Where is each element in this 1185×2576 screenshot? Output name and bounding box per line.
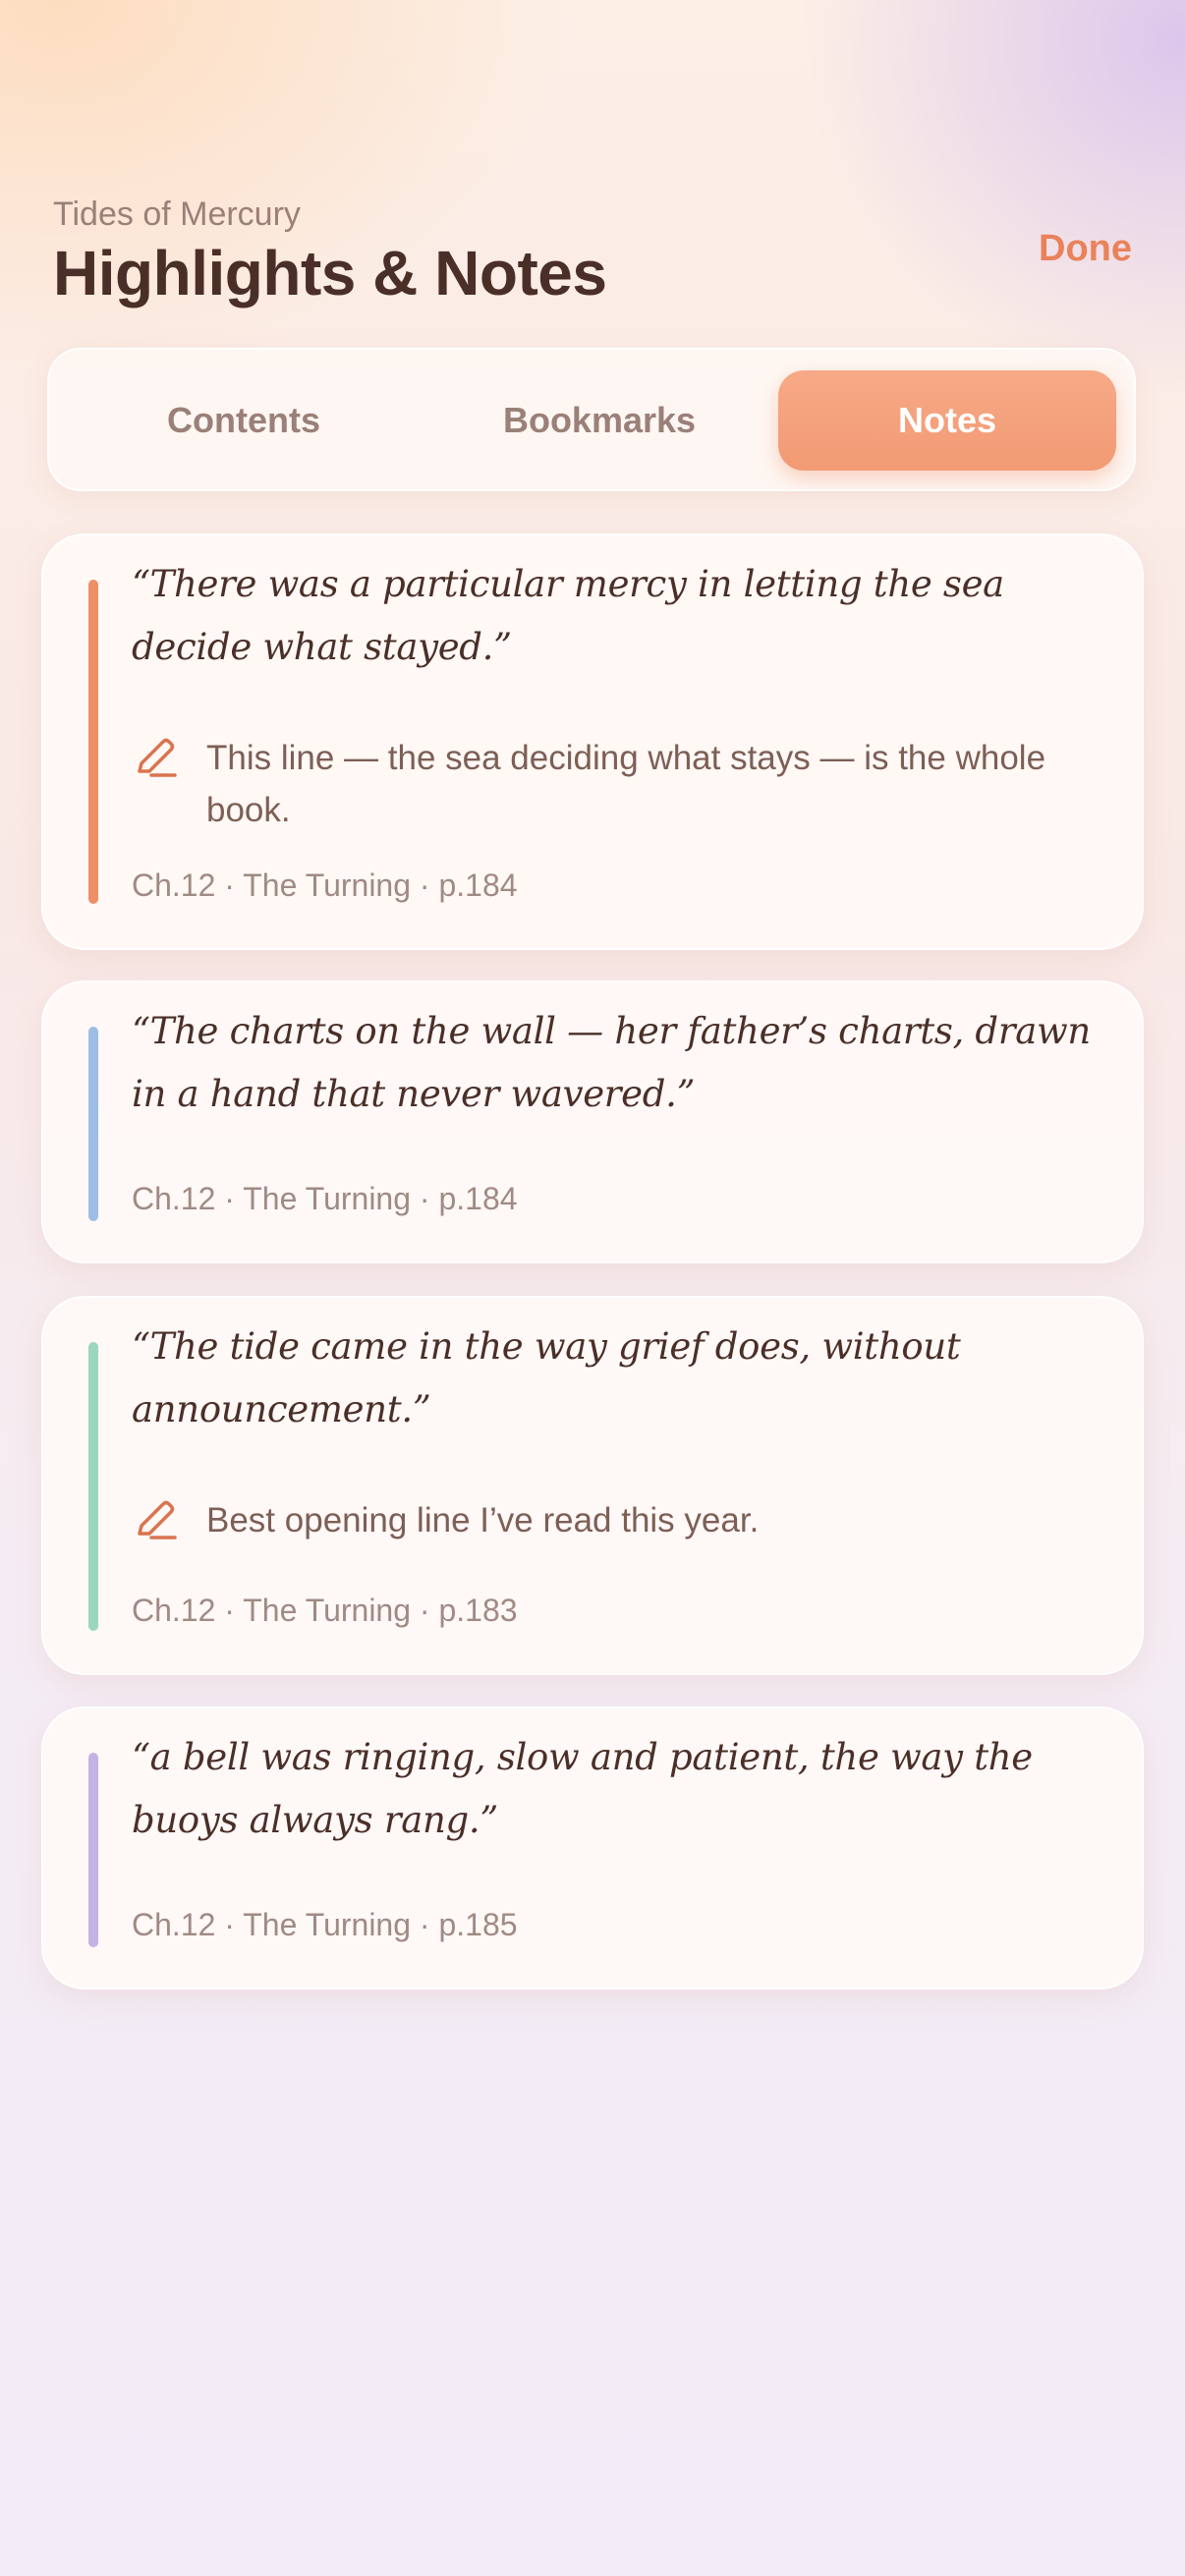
note-text: This line — the sea deciding what stays … <box>206 739 1046 829</box>
header: Tides of Mercury Highlights & Notes Done <box>53 193 1132 308</box>
book-title: Tides of Mercury <box>53 196 301 233</box>
segmented-control: Contents Bookmarks Notes <box>47 348 1136 491</box>
highlight-location: Ch.12 · The Turning · p.184 <box>132 1181 518 1216</box>
highlight-location: Ch.12 · The Turning · p.185 <box>132 1907 518 1942</box>
highlight-quote: “There was a particular mercy in letting… <box>132 563 1004 668</box>
highlight-card[interactable]: “The tide came in the way grief does, wi… <box>41 1296 1144 1675</box>
highlight-location: Ch.12 · The Turning · p.183 <box>132 1593 518 1628</box>
tab-bookmarks[interactable]: Bookmarks <box>430 370 768 471</box>
page-title: Highlights & Notes <box>53 238 607 308</box>
highlight-quote: “a bell was ringing, slow and patient, t… <box>132 1736 1033 1841</box>
highlight-card[interactable]: “The charts on the wall — her father’s c… <box>41 980 1144 1263</box>
highlight-card[interactable]: “a bell was ringing, slow and patient, t… <box>41 1707 1144 1989</box>
highlight-card[interactable]: “There was a particular mercy in letting… <box>41 533 1144 950</box>
highlight-color-bar <box>88 1342 98 1631</box>
highlight-color-bar <box>88 1753 98 1947</box>
highlight-color-bar <box>88 580 98 904</box>
highlight-location: Ch.12 · The Turning · p.184 <box>132 868 518 903</box>
tab-contents[interactable]: Contents <box>75 370 413 471</box>
highlight-quote: “The charts on the wall — her father’s c… <box>132 1010 1091 1115</box>
pencil-icon <box>138 1500 177 1540</box>
done-button[interactable]: Done <box>1039 228 1132 270</box>
pencil-icon <box>138 738 177 777</box>
highlight-note: This line — the sea deciding what stays … <box>132 732 1083 836</box>
highlight-note: Best opening line I’ve read this year. <box>132 1494 1083 1546</box>
highlight-quote: “The tide came in the way grief does, wi… <box>132 1325 961 1430</box>
note-text: Best opening line I’ve read this year. <box>206 1501 760 1540</box>
tab-notes[interactable]: Notes <box>778 370 1116 471</box>
highlight-color-bar <box>88 1027 98 1221</box>
